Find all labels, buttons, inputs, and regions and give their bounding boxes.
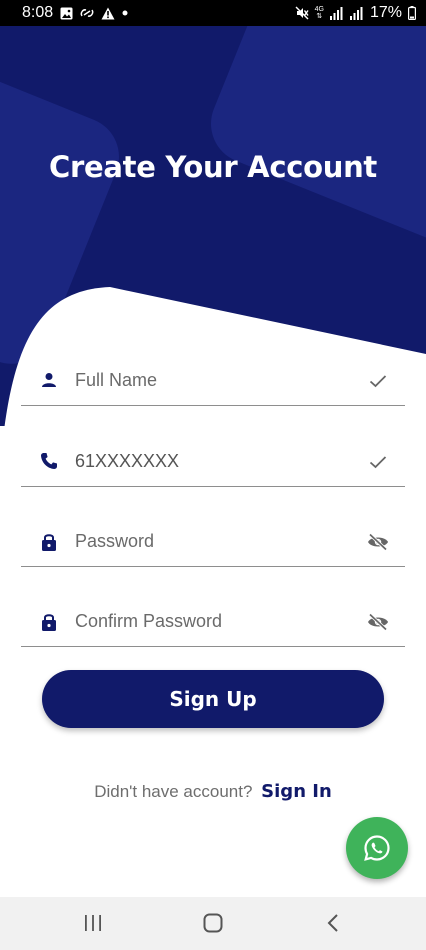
lock-icon [39, 531, 59, 551]
battery-icon [408, 6, 416, 20]
phone-field[interactable] [21, 437, 405, 487]
phone-input[interactable] [75, 447, 345, 475]
back-button[interactable] [313, 909, 353, 937]
eye-off-icon[interactable] [367, 531, 389, 553]
signal-icon [349, 6, 364, 20]
status-time: 8:08 [22, 4, 54, 21]
phone-icon [39, 451, 59, 471]
person-icon [39, 370, 59, 390]
network-4g-icon: 4G ⇅ [314, 6, 324, 20]
recent-apps-icon [84, 915, 102, 931]
warning-icon [101, 7, 115, 20]
back-icon [327, 913, 339, 933]
lock-icon [39, 611, 59, 631]
password-input[interactable] [75, 527, 345, 555]
password-field[interactable] [21, 517, 405, 567]
gallery-icon [60, 7, 73, 20]
battery-percent: 17% [369, 4, 402, 21]
home-button[interactable] [193, 909, 233, 937]
check-icon [367, 451, 389, 473]
sign-in-prompt: Didn't have account? [94, 782, 253, 801]
sign-in-prompt-row: Didn't have account? Sign In [0, 781, 426, 802]
signal-icon [329, 6, 344, 20]
full-name-input[interactable] [75, 366, 345, 394]
sign-in-link[interactable]: Sign In [261, 781, 332, 802]
check-icon [367, 370, 389, 392]
home-icon [203, 913, 223, 933]
hero-decor-shape [198, 26, 426, 270]
network-label: 4G [314, 6, 324, 13]
status-bar-right: 4G ⇅ 17% [295, 4, 416, 22]
status-bar: 8:08 4G ⇅ 17% [0, 0, 426, 26]
mute-icon [295, 6, 309, 20]
confirm-password-input[interactable] [75, 607, 345, 635]
link-icon [80, 7, 94, 19]
status-bar-left: 8:08 [22, 4, 128, 22]
full-name-field[interactable] [21, 356, 405, 406]
page-title: Create Your Account [49, 150, 377, 184]
hero-decor-shape [0, 56, 132, 376]
dot-icon [122, 10, 128, 16]
confirm-password-field[interactable] [21, 597, 405, 647]
eye-off-icon[interactable] [367, 611, 389, 633]
navigation-bar [0, 897, 426, 950]
whatsapp-button[interactable] [346, 817, 408, 879]
recent-apps-button[interactable] [73, 909, 113, 937]
sign-up-button[interactable]: Sign Up [42, 670, 384, 728]
whatsapp-icon [363, 834, 391, 862]
